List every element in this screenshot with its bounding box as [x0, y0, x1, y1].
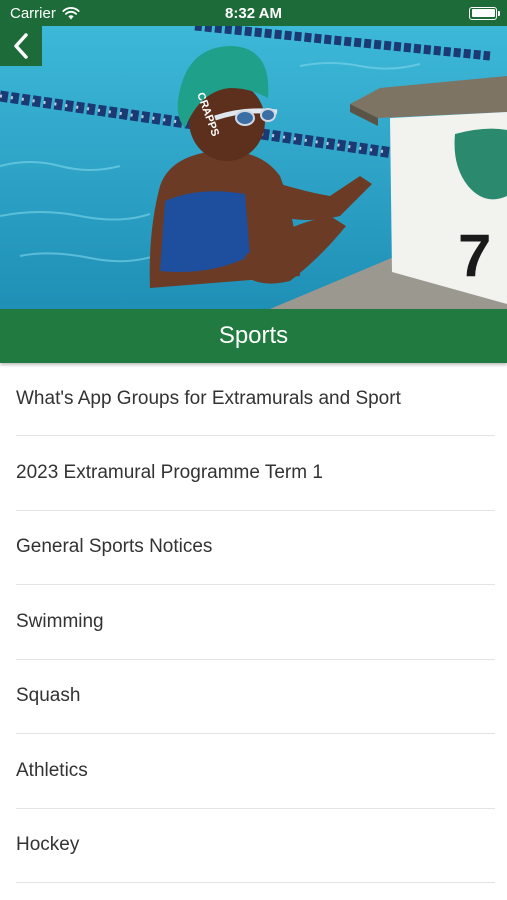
hero-image: CRAPPS 7	[0, 26, 507, 309]
list-item-label: 2023 Extramural Programme Term 1	[16, 461, 323, 483]
list-item-swimming[interactable]: Swimming	[16, 585, 495, 660]
pool-photo: CRAPPS 7	[0, 26, 507, 309]
list-item-label: Squash	[16, 685, 81, 707]
list-item-whatsapp-groups[interactable]: What's App Groups for Extramurals and Sp…	[16, 363, 495, 436]
list-item-label: Hockey	[16, 834, 80, 856]
block-number: 7	[458, 222, 491, 289]
status-left: Carrier	[10, 5, 80, 22]
battery-icon	[469, 6, 500, 20]
list-item-label: General Sports Notices	[16, 536, 213, 558]
list-item-label: Athletics	[16, 759, 88, 781]
back-button[interactable]	[0, 26, 42, 66]
list-item-extramural-programme[interactable]: 2023 Extramural Programme Term 1	[16, 436, 495, 511]
carrier-label: Carrier	[10, 4, 56, 22]
list-item-squash[interactable]: Squash	[16, 660, 495, 734]
page-title-bar: Sports	[0, 309, 507, 363]
list-item-athletics[interactable]: Athletics	[16, 734, 495, 809]
sports-menu-list: What's App Groups for Extramurals and Sp…	[0, 363, 507, 883]
chevron-left-icon	[14, 33, 28, 59]
wifi-icon	[62, 6, 80, 19]
list-item-hockey[interactable]: Hockey	[16, 809, 495, 883]
list-item-general-sports-notices[interactable]: General Sports Notices	[16, 511, 495, 585]
list-item-label: What's App Groups for Extramurals and Sp…	[16, 388, 401, 409]
list-item-label: Swimming	[16, 610, 104, 632]
battery-level	[471, 9, 495, 17]
page-title: Sports	[218, 322, 289, 349]
status-bar: Carrier 8:32 AM	[0, 0, 507, 26]
